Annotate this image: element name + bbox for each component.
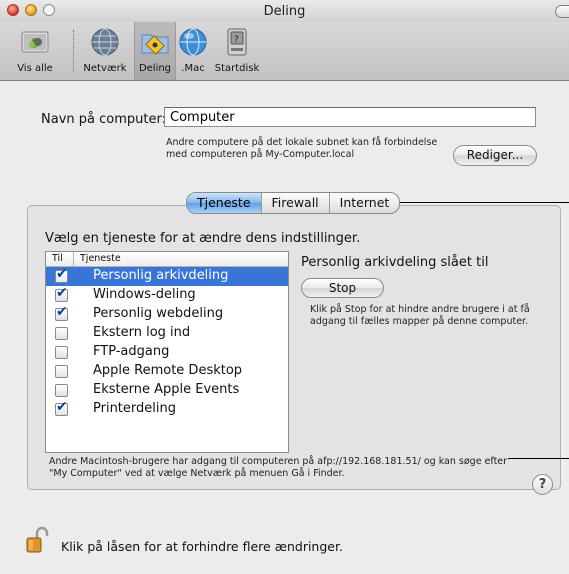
service-row[interactable]: Windows-deling	[46, 285, 288, 305]
stop-button[interactable]: Stop	[301, 278, 384, 298]
service-name: Personlig arkivdeling	[93, 268, 229, 283]
callout-line	[400, 202, 569, 203]
service-row[interactable]: Eksterne Apple Events	[46, 381, 288, 400]
toolbar-item-network[interactable]: Netværk	[78, 26, 132, 74]
svg-text:?: ?	[234, 35, 239, 45]
tab-internet[interactable]: Internet	[328, 193, 400, 213]
toolbar-toggle-button[interactable]	[555, 5, 569, 18]
toolbar-separator	[73, 30, 74, 72]
service-checkbox[interactable]	[55, 304, 68, 321]
toolbar-label: Deling	[138, 63, 172, 74]
toolbar-item-dotmac[interactable]: .Mac	[176, 26, 210, 74]
service-checkbox[interactable]	[55, 399, 68, 416]
services-list-header: Til Tjeneste	[46, 252, 288, 267]
computer-name-field[interactable]	[164, 107, 536, 127]
service-name: Windows-deling	[93, 287, 196, 302]
service-checkbox[interactable]	[55, 346, 68, 359]
service-row[interactable]: Printerdeling	[46, 399, 288, 419]
column-header-on[interactable]: Til	[52, 252, 63, 266]
network-globe-icon	[91, 28, 119, 56]
tab-firewall[interactable]: Firewall	[260, 193, 329, 213]
service-checkbox[interactable]	[55, 285, 68, 302]
window-title: Deling	[263, 4, 306, 19]
tab-bar: Tjeneste Firewall Internet	[186, 192, 401, 214]
column-divider	[73, 252, 74, 266]
help-button[interactable]: ?	[532, 474, 553, 495]
service-row[interactable]: Personlig arkivdeling	[46, 266, 288, 286]
service-name: Printerdeling	[93, 401, 176, 416]
service-checkbox[interactable]	[55, 384, 68, 397]
service-name: Eksterne Apple Events	[93, 382, 240, 397]
toolbar: 🍏 Vis alle Netværk Deling .Mac ? Startdi…	[0, 22, 569, 81]
service-row[interactable]: Personlig webdeling	[46, 304, 288, 324]
service-name: Personlig webdeling	[93, 306, 224, 321]
tab-services[interactable]: Tjeneste	[187, 193, 261, 213]
toolbar-item-show-all[interactable]: 🍏 Vis alle	[4, 26, 66, 74]
service-name: FTP-adgang	[93, 344, 170, 359]
service-name: Apple Remote Desktop	[93, 363, 243, 378]
service-checkbox[interactable]	[55, 327, 68, 340]
services-prompt: Vælg en tjeneste for at ændre dens indst…	[45, 231, 361, 246]
toolbar-label: Vis alle	[17, 63, 53, 74]
edit-button[interactable]: Rediger...	[453, 145, 537, 166]
toolbar-label: Netværk	[83, 63, 127, 74]
stop-description: Klik på Stop for at hindre andre brugere…	[310, 304, 530, 327]
title-bar: Deling	[0, 0, 569, 22]
services-list[interactable]: Til Tjeneste Personlig arkivdeling Window…	[45, 251, 289, 453]
toolbar-label: .Mac	[181, 63, 205, 74]
lock-message: Klik på låsen for at forhindre flere ænd…	[61, 539, 343, 554]
toolbar-item-startup-disk[interactable]: ? Startdisk	[212, 26, 262, 74]
service-status-title: Personlig arkivdeling slået til	[301, 255, 489, 270]
service-checkbox[interactable]	[55, 365, 68, 378]
service-row[interactable]: FTP-adgang	[46, 343, 288, 362]
toolbar-label: Startdisk	[214, 63, 260, 74]
service-row[interactable]: Apple Remote Desktop	[46, 362, 288, 381]
afp-address-info: Andre Macintosh-brugere har adgang til c…	[49, 456, 508, 479]
column-header-service[interactable]: Tjeneste	[80, 252, 121, 266]
startup-disk-icon: ?	[227, 28, 247, 56]
service-row[interactable]: Ekstern log ind	[46, 324, 288, 343]
show-all-icon: 🍏	[21, 31, 49, 53]
service-checkbox[interactable]	[55, 266, 68, 283]
computer-name-label: Navn på computer:	[41, 112, 166, 127]
computer-name-description: Andre computere på det lokale subnet kan…	[166, 137, 438, 160]
unlocked-padlock-icon[interactable]	[24, 526, 52, 554]
sharing-pane: Navn på computer: Andre computere på det…	[0, 81, 569, 574]
service-name: Ekstern log ind	[93, 325, 191, 340]
toolbar-item-sharing[interactable]: Deling	[134, 22, 176, 80]
dotmac-icon	[179, 28, 207, 56]
sharing-folder-icon	[141, 34, 169, 55]
